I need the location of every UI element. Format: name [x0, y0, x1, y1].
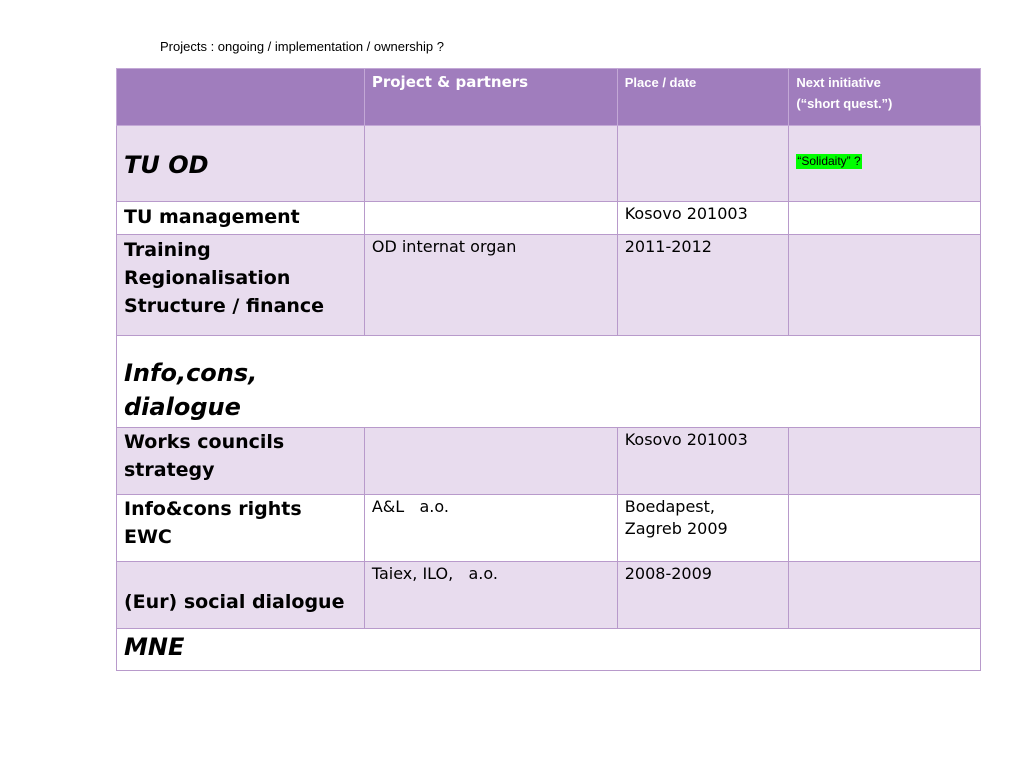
section-title-info-cons: Info,cons,: [124, 359, 258, 387]
header-next-initiative: Next initiative: [796, 75, 881, 90]
section-title-tu-od: TU OD: [124, 151, 209, 179]
table-row: MNE: [116, 628, 981, 671]
table-row: TU management Kosovo 201003: [116, 201, 981, 235]
header-cell-next: Next initiative (“short quest.”): [788, 68, 981, 126]
partners: Taiex, ILO, a.o.: [371, 564, 498, 583]
partners: A&L a.o.: [371, 497, 449, 516]
page-title: Projects : ongoing / implementation / ow…: [160, 39, 444, 54]
table-header-row: Project & partners Place / date Next ini…: [116, 68, 981, 126]
table-row: Training Regionalisation Structure / fin…: [116, 234, 981, 336]
header-place-date: Place / date: [624, 75, 697, 90]
place-date: 2011-2012: [624, 237, 712, 256]
header-cell-place: Place / date: [616, 68, 790, 126]
row-title-strategy: strategy: [124, 459, 215, 481]
section-title-dialogue: dialogue: [124, 393, 241, 421]
projects-table: Project & partners Place / date Next ini…: [116, 68, 981, 671]
place-date: 2008-2009: [624, 564, 712, 583]
place-date: Kosovo 201003: [624, 430, 748, 449]
row-title-works-councils: Works councils: [124, 431, 285, 453]
header-short-quest: (“short quest.”): [796, 96, 893, 111]
header-cell-project: Project & partners: [363, 68, 618, 126]
place-date: Kosovo 201003: [624, 204, 748, 223]
table-row: (Eur) social dialogue Taiex, ILO, a.o. 2…: [116, 561, 981, 629]
row-title-eur-social-dialogue: (Eur) social dialogue: [124, 591, 345, 613]
row-title-tu-management: TU management: [124, 206, 300, 228]
header-project-partners: Project & partners: [371, 73, 529, 91]
table-row: Works councils strategy Kosovo 201003: [116, 427, 981, 495]
section-title-mne: MNE: [124, 633, 185, 661]
table-row: TU OD “Solidaity” ?: [116, 125, 981, 202]
table-row: Info,cons, dialogue: [116, 335, 981, 428]
row-title-info-cons-rights: Info&cons rights: [124, 498, 302, 520]
row-title-structure-finance: Structure / finance: [124, 295, 325, 317]
next-initiative-highlight: “Solidaity” ?: [796, 154, 862, 169]
row-title-training: Training: [124, 239, 211, 261]
place-date: Boedapest,: [624, 497, 715, 516]
table-row: Info&cons rights EWC A&L a.o. Boedapest,…: [116, 494, 981, 562]
place-date: Zagreb 2009: [624, 519, 728, 538]
partners: OD internat organ: [371, 237, 517, 256]
row-title-regionalisation: Regionalisation: [124, 267, 291, 289]
header-cell-empty: [116, 68, 365, 126]
row-title-ewc: EWC: [124, 526, 172, 548]
